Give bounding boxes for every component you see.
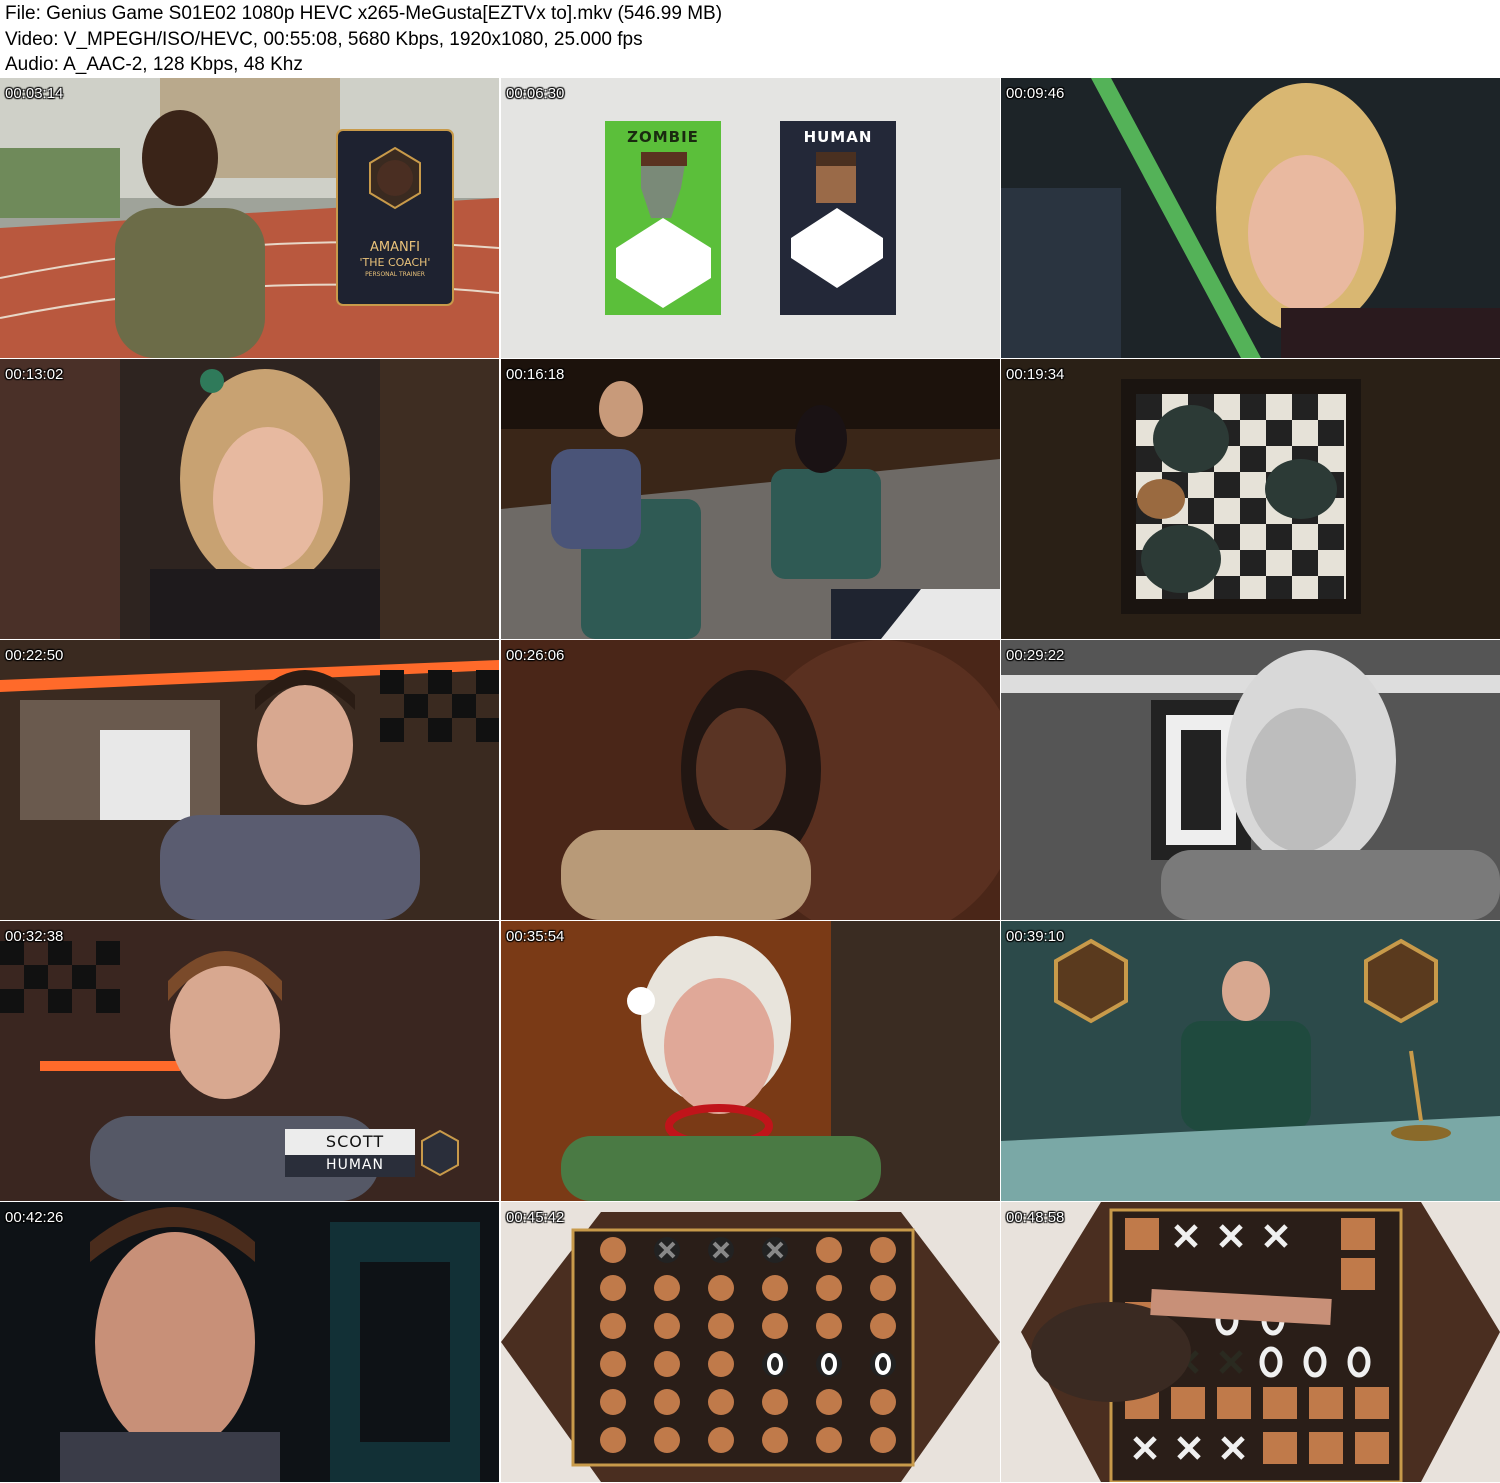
scene-board-placing <box>1001 1202 1500 1482</box>
video-line: Video: V_MPEGH/ISO/HEVC, 00:55:08, 5680 … <box>5 29 643 50</box>
thumbnail-12[interactable]: 00:39:10 <box>1001 921 1500 1201</box>
audio-line: Audio: A_AAC-2, 128 Kbps, 48 Khz <box>5 54 303 75</box>
timestamp: 00:39:10 <box>1006 928 1065 945</box>
thumbnail-8[interactable]: 00:26:06 <box>501 640 1000 920</box>
file-line: File: Genius Game S01E02 1080p HEVC x265… <box>5 3 723 24</box>
thumbnail-1[interactable]: AMANFI 'THE COACH' PERSONAL TRAINER 00:0… <box>0 78 499 358</box>
file-info-header: File: Genius Game S01E02 1080p HEVC x265… <box>0 0 1500 78</box>
thumbnail-5[interactable]: 00:16:18 <box>501 359 1000 639</box>
card-nickname: 'THE COACH' <box>359 256 431 269</box>
thumbnail-4[interactable]: 00:13:02 <box>0 359 499 639</box>
timestamp: 00:06:30 <box>506 85 565 102</box>
thumbnail-7[interactable]: 00:22:50 <box>0 640 499 920</box>
thumbnail-10[interactable]: SCOTT HUMAN 00:32:38 <box>0 921 499 1201</box>
scene-host-table <box>1001 921 1500 1201</box>
thumbnail-grid: AMANFI 'THE COACH' PERSONAL TRAINER 00:0… <box>0 78 1500 1483</box>
scene-bw-woman <box>1001 640 1500 920</box>
timestamp: 00:13:02 <box>5 366 64 383</box>
timestamp: 00:19:34 <box>1006 366 1065 383</box>
scene-track-interview <box>0 78 499 358</box>
timestamp: 00:48:58 <box>1006 1209 1065 1226</box>
scene-man-profile <box>0 1202 499 1482</box>
zombie-card-label: ZOMBIE <box>627 128 699 146</box>
scene-overhead-checkerboard <box>1001 359 1500 639</box>
timestamp: 00:16:18 <box>506 366 565 383</box>
thumbnail-13[interactable]: 00:42:26 <box>0 1202 499 1482</box>
thumbnail-14[interactable]: 00:45:42 <box>501 1202 1000 1482</box>
card-role: PERSONAL TRAINER <box>365 271 425 278</box>
thumbnail-2[interactable]: ZOMBIE HUMAN 00:06:30 <box>501 78 1000 358</box>
caption-role: HUMAN <box>326 1157 384 1173</box>
thumbnail-15[interactable]: 00:48:58 <box>1001 1202 1500 1482</box>
card-name: AMANFI <box>369 240 421 255</box>
timestamp: 00:22:50 <box>5 647 64 664</box>
scene-man-dreadlocks <box>501 640 1000 920</box>
thumbnail-3[interactable]: 00:09:46 <box>1001 78 1500 358</box>
scene-board-overhead <box>501 1202 1000 1482</box>
timestamp: 00:03:14 <box>5 85 64 102</box>
scene-man-bookshelf <box>0 640 499 920</box>
human-card-label: HUMAN <box>803 128 873 146</box>
timestamp: 00:32:38 <box>5 928 64 945</box>
scene-woman-pigtails <box>0 359 499 639</box>
scene-woman-eyes-closed <box>501 921 1000 1201</box>
timestamp: 00:26:06 <box>506 647 565 664</box>
thumbnail-9[interactable]: 00:29:22 <box>1001 640 1500 920</box>
thumbnail-11[interactable]: 00:35:54 <box>501 921 1000 1201</box>
thumbnail-6[interactable]: 00:19:34 <box>1001 359 1500 639</box>
caption-name: SCOTT <box>325 1132 385 1151</box>
timestamp: 00:42:26 <box>5 1209 64 1226</box>
timestamp: 00:29:22 <box>1006 647 1065 664</box>
scene-lounge-conversation <box>501 359 1000 639</box>
timestamp: 00:35:54 <box>506 928 565 945</box>
timestamp: 00:09:46 <box>1006 85 1065 102</box>
scene-zombie-human-cards <box>501 78 1000 358</box>
scene-blonde-woman <box>1001 78 1500 358</box>
timestamp: 00:45:42 <box>506 1209 565 1226</box>
